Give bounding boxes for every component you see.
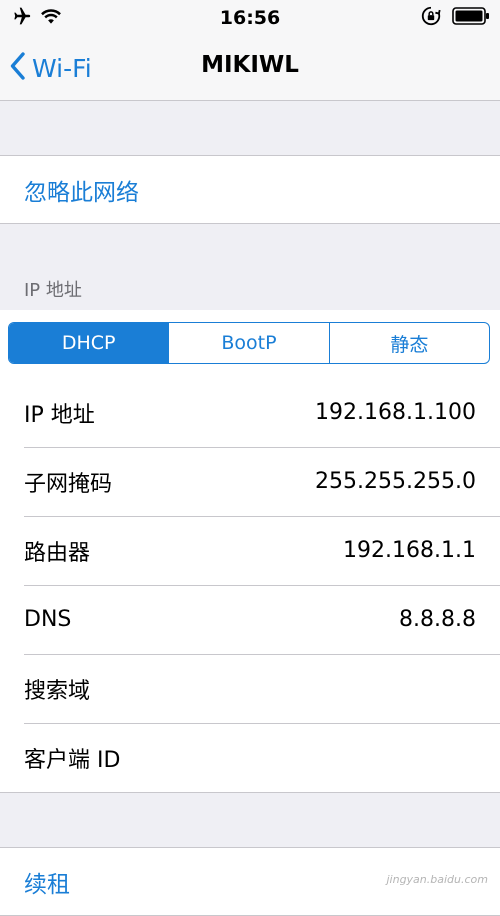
forget-network-group: 忽略此网络 — [0, 155, 500, 224]
dns-row[interactable]: DNS 8.8.8.8 — [0, 585, 500, 654]
row-value: 255.255.255.0 — [315, 469, 476, 494]
status-right — [420, 5, 490, 31]
client-id-row[interactable]: 客户端 ID — [0, 723, 500, 792]
subnet-mask-row: 子网掩码 255.255.255.0 — [0, 447, 500, 516]
ip-info-list: IP 地址 192.168.1.100 子网掩码 255.255.255.0 路… — [0, 378, 500, 793]
row-label: 客户端 ID — [24, 747, 121, 773]
watermark: jingyan.baidu.com — [386, 873, 488, 886]
row-value: 192.168.1.1 — [343, 538, 476, 563]
segment-dhcp[interactable]: DHCP — [9, 323, 169, 363]
row-value: 8.8.8.8 — [399, 607, 476, 632]
ip-mode-container: DHCP BootP 静态 — [0, 310, 500, 378]
row-label: 路由器 — [24, 540, 91, 566]
ip-address-row: IP 地址 192.168.1.100 — [0, 378, 500, 447]
forget-network-button[interactable]: 忽略此网络 — [0, 156, 500, 223]
row-label: 子网掩码 — [24, 471, 113, 497]
navigation-bar: Wi-Fi MIKIWL — [0, 36, 500, 101]
segment-bootp[interactable]: BootP — [168, 323, 328, 363]
page-title: MIKIWL — [201, 52, 299, 78]
ip-mode-segmented-control: DHCP BootP 静态 — [8, 322, 490, 364]
battery-icon — [452, 7, 490, 29]
status-bar: 16:56 — [0, 0, 500, 36]
search-domains-row[interactable]: 搜索域 — [0, 654, 500, 723]
row-value: 192.168.1.100 — [315, 400, 476, 425]
ip-section-header: IP 地址 — [24, 280, 82, 301]
router-row: 路由器 192.168.1.1 — [0, 516, 500, 585]
rotation-lock-icon — [420, 5, 442, 31]
row-label: DNS — [24, 607, 72, 632]
row-label: IP 地址 — [24, 402, 95, 428]
segment-static[interactable]: 静态 — [328, 323, 489, 363]
row-label: 搜索域 — [24, 678, 91, 704]
